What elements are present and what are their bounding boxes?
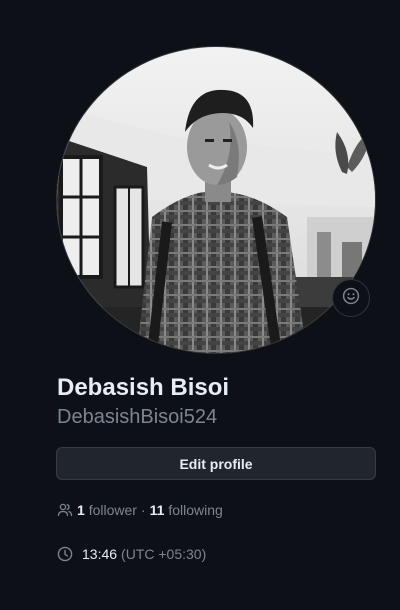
profile-display-name: Debasish Bisoi (57, 374, 230, 401)
timezone: (UTC +05:30) (121, 546, 207, 562)
avatar[interactable] (56, 46, 376, 354)
following-link[interactable]: 11 following (150, 502, 223, 518)
clock-icon (57, 546, 73, 562)
separator-dot: · (140, 502, 146, 518)
followers-row: 1 follower · 11 following (57, 500, 223, 520)
local-time: 13:46 (82, 546, 118, 562)
following-label: following (168, 502, 223, 518)
set-status-button[interactable] (332, 279, 370, 317)
edit-profile-button[interactable]: Edit profile (56, 447, 376, 480)
profile-username: DebasishBisoi524 (57, 406, 218, 428)
people-icon (57, 502, 73, 518)
followers-count: 1 (77, 502, 85, 518)
avatar-photo (57, 47, 375, 353)
profile-avatar-container (56, 46, 376, 354)
followers-link[interactable]: 1 follower (77, 502, 137, 518)
local-time-row: 13:46 (UTC +05:30) (57, 543, 206, 565)
smiley-icon (342, 287, 360, 310)
following-count: 11 (149, 502, 165, 518)
followers-label: follower (88, 502, 137, 518)
